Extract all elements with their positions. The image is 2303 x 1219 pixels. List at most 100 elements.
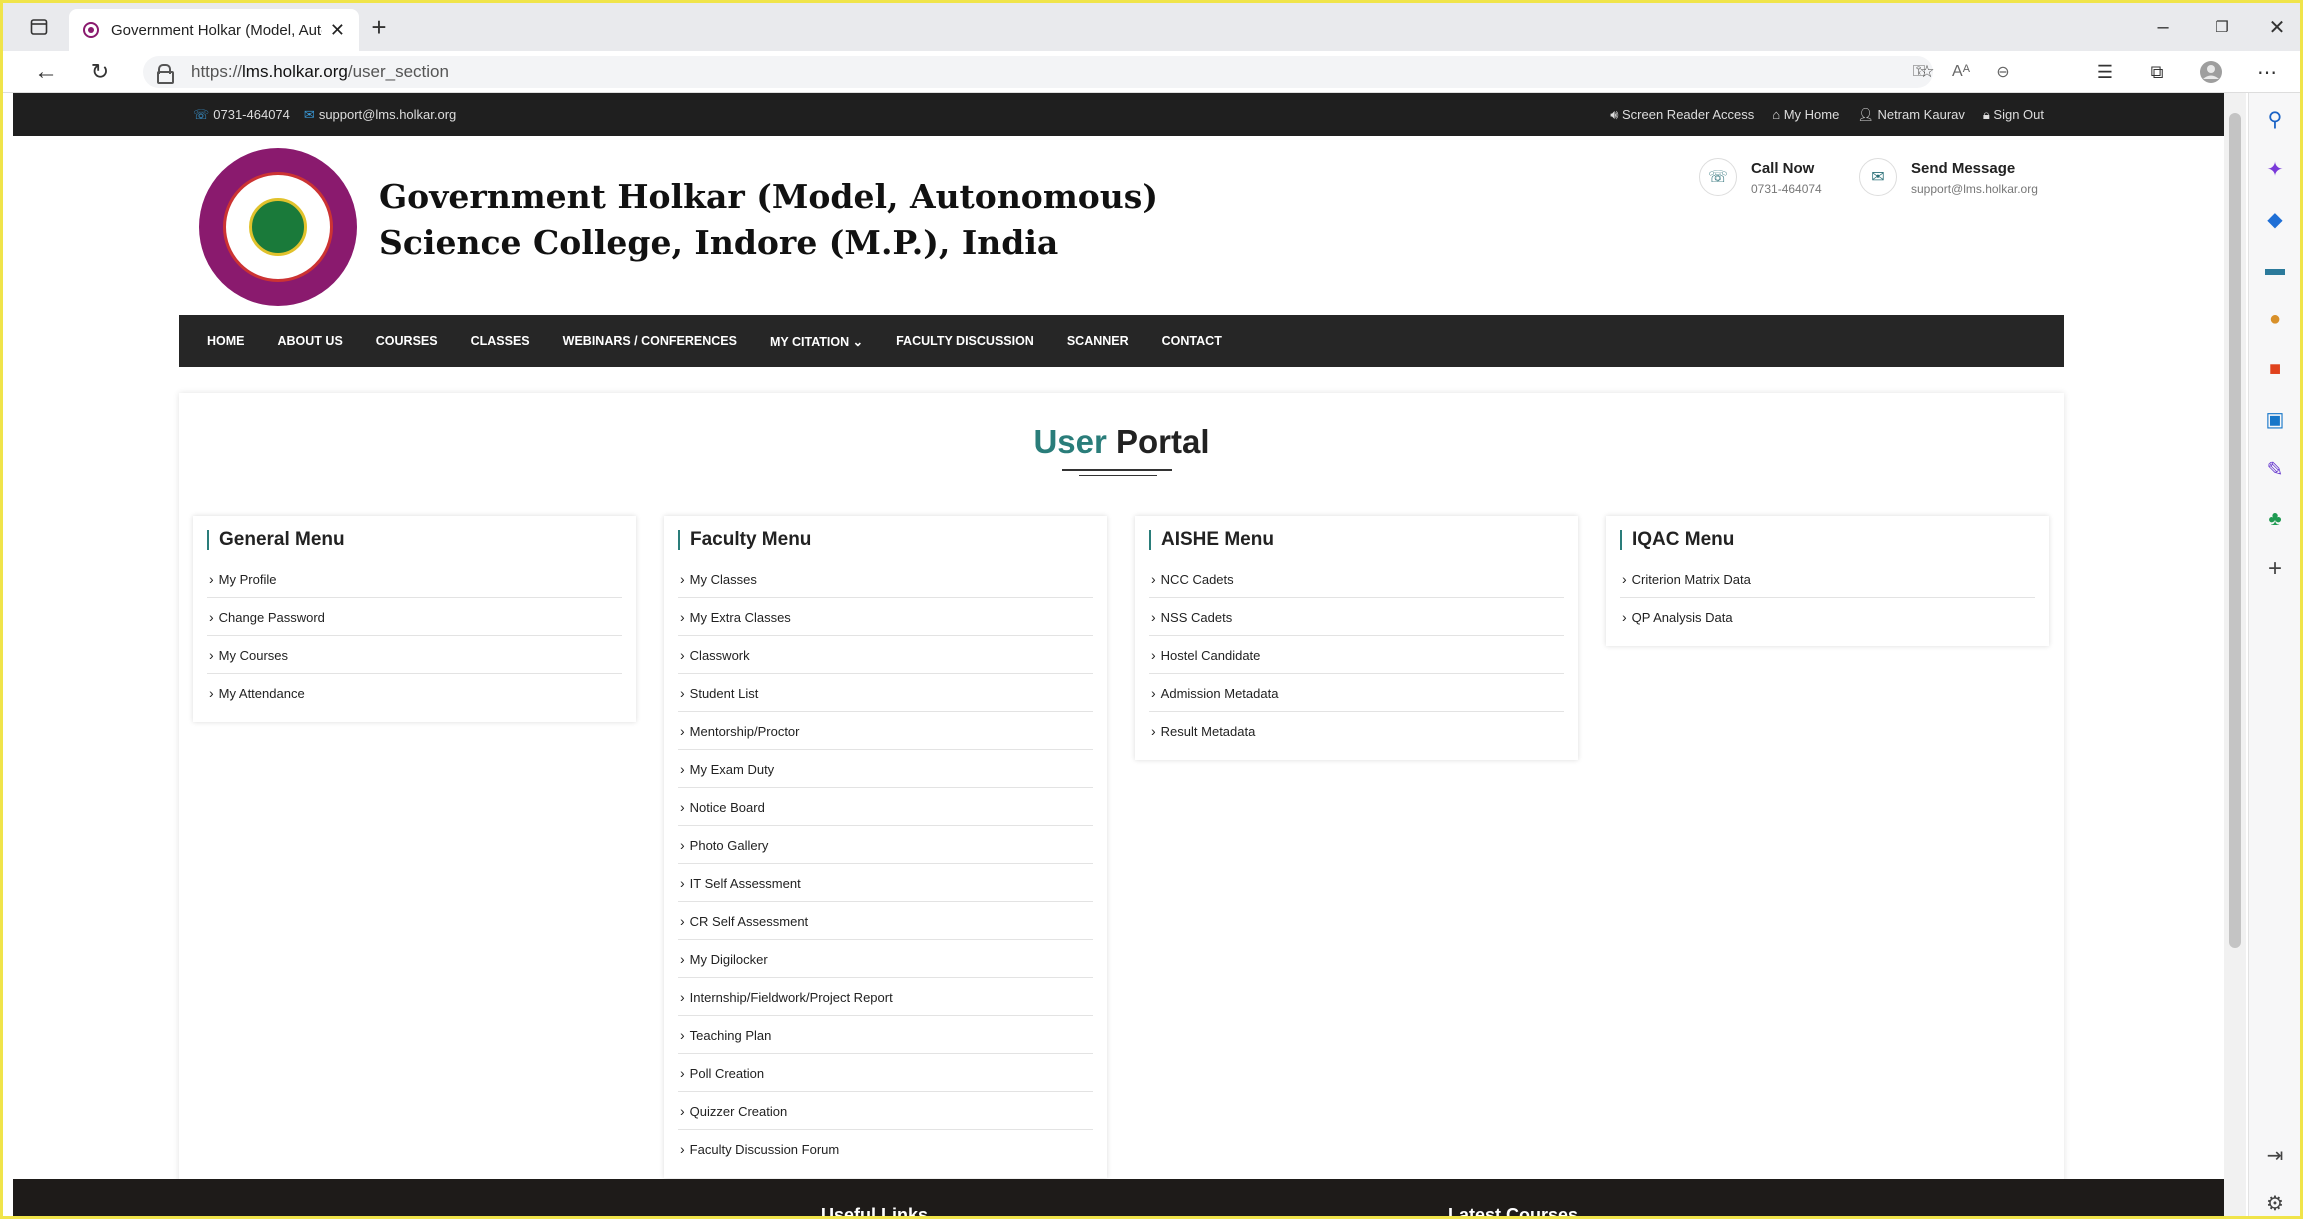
menu-item-qp-analysis-data[interactable]: QP Analysis Data (1620, 598, 2035, 636)
user-portal-section: User Portal General Menu My Profile Chan… (179, 393, 2064, 1216)
card-title: IQAC Menu (1620, 530, 2035, 550)
url-field[interactable]: https://lms.holkar.org/user_section ☆ (143, 56, 1935, 88)
nav-contact[interactable]: CONTACT (1162, 334, 1222, 348)
close-tab-icon[interactable]: ✕ (330, 20, 345, 41)
nav-classes[interactable]: CLASSES (471, 334, 530, 348)
menu-item-my-attendance[interactable]: My Attendance (207, 674, 622, 712)
more-menu-icon[interactable]: ⋯ (2255, 60, 2279, 84)
minimize-icon[interactable]: – (2151, 15, 2175, 39)
zoom-out-icon[interactable]: ⊖ (1991, 60, 2015, 84)
menu-item-hostel-candidate[interactable]: Hostel Candidate (1149, 636, 1564, 674)
page-scrollbar[interactable] (2224, 93, 2246, 1216)
menu-item-photo-gallery[interactable]: Photo Gallery (678, 826, 1093, 864)
menu-item-my-extra-classes[interactable]: My Extra Classes (678, 598, 1093, 636)
tree-icon[interactable]: ♣ (2263, 507, 2287, 531)
favorites-icon[interactable]: ☰ (2093, 60, 2117, 84)
menu-item-faculty-discussion-forum[interactable]: Faculty Discussion Forum (678, 1130, 1093, 1168)
call-now-block[interactable]: ☏ Call Now 0731-464074 (1699, 158, 1822, 196)
url-path: /user_section (347, 62, 449, 81)
key-icon[interactable]: ⚿ (1907, 60, 1931, 84)
tools-icon[interactable]: ▬ (2263, 257, 2287, 281)
copilot-icon[interactable]: ✦ (2263, 157, 2287, 181)
home-icon: ⌂ (1772, 107, 1784, 122)
web-page: ☏ 0731-464074 ✉ support@lms.holkar.org 🔊︎ … (13, 93, 2224, 1219)
office-icon[interactable]: ■ (2263, 357, 2287, 381)
favicon-icon (83, 22, 99, 38)
top-email[interactable]: ✉ support@lms.holkar.org (304, 107, 456, 123)
call-icon: ☏ (1699, 158, 1737, 196)
logo-inner (223, 172, 333, 282)
new-tab-icon[interactable]: + (365, 12, 393, 42)
nav-scanner[interactable]: SCANNER (1067, 334, 1129, 348)
top-phone[interactable]: ☏ 0731-464074 (193, 107, 290, 123)
profile-icon[interactable] (2199, 60, 2223, 84)
user-name-link[interactable]: 👤︎ Netram Kaurav (1857, 107, 1965, 123)
back-icon[interactable]: ← (33, 58, 59, 85)
scrollbar-thumb[interactable] (2229, 113, 2241, 948)
nav-faculty-discussion[interactable]: FACULTY DISCUSSION (896, 334, 1034, 348)
menu-item-nss-cadets[interactable]: NSS Cadets (1149, 598, 1564, 636)
edge-sidebar: ⚲ ✦ ◆ ▬ ● ■ ▣ ✎ ♣ + ⇥ ⚙ (2248, 93, 2300, 1216)
collections-icon[interactable]: ⧉ (2145, 60, 2169, 84)
url-prefix: https:// (191, 62, 243, 81)
site-footer: Useful Links Latest Courses (13, 1179, 2224, 1219)
nav-home[interactable]: HOME (207, 334, 245, 348)
card-title: Faculty Menu (678, 530, 1093, 550)
shopping-tag-icon[interactable]: ◆ (2263, 207, 2287, 231)
search-icon[interactable]: ⚲ (2263, 107, 2287, 131)
menu-item-my-classes[interactable]: My Classes (678, 560, 1093, 598)
general-menu-card: General Menu My Profile Change Password … (193, 516, 636, 722)
menu-item-quizzer-creation[interactable]: Quizzer Creation (678, 1092, 1093, 1130)
tab-actions-icon[interactable] (27, 15, 51, 39)
nav-about-us[interactable]: ABOUT US (278, 334, 343, 348)
outlook-icon[interactable]: ▣ (2263, 407, 2287, 431)
college-logo[interactable] (199, 148, 357, 306)
close-window-icon[interactable]: ✕ (2265, 15, 2289, 39)
people-icon[interactable]: ● (2263, 307, 2287, 331)
menu-item-cr-self-assessment[interactable]: CR Self Assessment (678, 902, 1093, 940)
designer-icon[interactable]: ✎ (2263, 457, 2287, 481)
menu-item-teaching-plan[interactable]: Teaching Plan (678, 1016, 1093, 1054)
menu-item-notice-board[interactable]: Notice Board (678, 788, 1093, 826)
menu-item-it-self-assessment[interactable]: IT Self Assessment (678, 864, 1093, 902)
menu-item-result-metadata[interactable]: Result Metadata (1149, 712, 1564, 750)
restore-icon[interactable]: ❐ (2210, 15, 2234, 39)
logo-emblem (249, 198, 307, 256)
nav-courses[interactable]: COURSES (376, 334, 438, 348)
menu-item-my-digilocker[interactable]: My Digilocker (678, 940, 1093, 978)
menu-item-ncc-cadets[interactable]: NCC Cadets (1149, 560, 1564, 598)
title-underline (1062, 469, 1172, 471)
menu-item-poll-creation[interactable]: Poll Creation (678, 1054, 1093, 1092)
menu-item-my-profile[interactable]: My Profile (207, 560, 622, 598)
menu-item-student-list[interactable]: Student List (678, 674, 1093, 712)
menu-item-mentorship[interactable]: Mentorship/Proctor (678, 712, 1093, 750)
menu-item-my-exam-duty[interactable]: My Exam Duty (678, 750, 1093, 788)
menu-item-internship-report[interactable]: Internship/Fieldwork/Project Report (678, 978, 1093, 1016)
settings-gear-icon[interactable]: ⚙ (2263, 1191, 2287, 1215)
menu-item-change-password[interactable]: Change Password (207, 598, 622, 636)
nav-my-citation[interactable]: MY CITATION ⌄ (770, 334, 863, 349)
menu-item-admission-metadata[interactable]: Admission Metadata (1149, 674, 1564, 712)
title-highlight: User (1033, 423, 1107, 460)
sidebar-toggle-icon[interactable]: ⇥ (2263, 1143, 2287, 1167)
college-name: Government Holkar (Model, Autonomous) Sc… (379, 177, 1158, 262)
browser-window: Government Holkar (Model, Auto ✕ + – ❐ ✕… (0, 0, 2303, 1219)
page-title: User Portal (179, 423, 2064, 461)
sign-out-link[interactable]: 🔒︎ Sign Out (1983, 107, 2044, 123)
footer-latest-courses-heading: Latest Courses (1448, 1205, 1579, 1219)
send-message-block[interactable]: ✉ Send Message support@lms.holkar.org (1859, 158, 2038, 196)
my-home-text: My Home (1783, 107, 1840, 122)
read-aloud-icon[interactable]: Aᴬ (1949, 60, 1973, 84)
refresh-icon[interactable]: ↻ (87, 59, 113, 85)
my-home-link[interactable]: ⌂ My Home (1772, 107, 1839, 123)
menu-item-my-courses[interactable]: My Courses (207, 636, 622, 674)
menu-item-classwork[interactable]: Classwork (678, 636, 1093, 674)
aishe-menu-card: AISHE Menu NCC Cadets NSS Cadets Hostel … (1135, 516, 1578, 760)
browser-tab[interactable]: Government Holkar (Model, Auto ✕ (69, 9, 359, 51)
menu-item-criterion-matrix-data[interactable]: Criterion Matrix Data (1620, 560, 2035, 598)
nav-webinars[interactable]: WEBINARS / CONFERENCES (563, 334, 737, 348)
screen-reader-link[interactable]: 🔊︎ Screen Reader Access (1610, 107, 1754, 123)
main-navigation: HOME ABOUT US COURSES CLASSES WEBINARS /… (179, 315, 2064, 367)
add-icon[interactable]: + (2263, 555, 2287, 582)
call-value: 0731-464074 (1751, 182, 1822, 196)
